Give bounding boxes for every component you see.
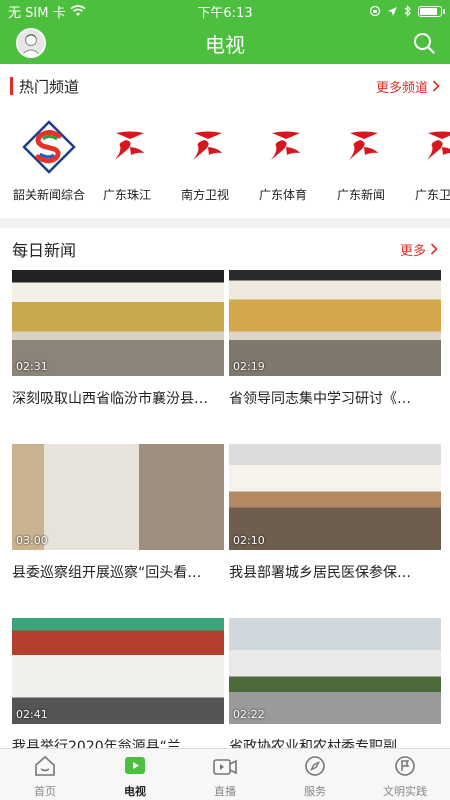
news-card[interactable]: 02:19 省领导同志集中学习研讨《… xyxy=(229,270,441,444)
video-duration: 02:10 xyxy=(233,534,265,547)
section-title: 热门频道 xyxy=(19,77,80,96)
wifi-icon xyxy=(70,5,86,16)
channel-name: 广东新闻 xyxy=(336,188,385,202)
channel-item[interactable]: 广东新闻 xyxy=(322,108,400,218)
channel-item[interactable]: 广东体育 xyxy=(244,108,322,218)
tab-live[interactable]: 直播 xyxy=(180,749,270,800)
video-thumbnail[interactable]: 02:19 xyxy=(229,270,441,376)
video-thumbnail[interactable]: 02:10 xyxy=(229,444,441,550)
carrier-label: 无 SIM 卡 xyxy=(8,5,66,21)
tv-icon xyxy=(123,755,147,781)
chevron-right-icon xyxy=(432,80,440,92)
more-channels-link[interactable]: 更多频道 xyxy=(376,77,440,96)
channel-item[interactable]: 广东珠江 xyxy=(88,108,166,218)
gdtv-logo xyxy=(332,118,390,176)
tab-tv[interactable]: 电视 xyxy=(90,749,180,800)
section-title: 每日新闻 xyxy=(12,241,77,260)
channel-name: 南方卫视 xyxy=(180,188,229,202)
more-news-link[interactable]: 更多 xyxy=(400,240,438,259)
video-thumbnail[interactable]: 02:41 xyxy=(12,618,224,724)
news-card[interactable]: 02:31 深刻吸取山西省临汾市襄汾县… xyxy=(12,270,224,444)
news-caption[interactable]: 县委巡察组开展巡察“回头看… xyxy=(12,562,224,582)
video-duration: 02:22 xyxy=(233,708,265,721)
channel-name: 广东卫视 xyxy=(414,188,450,202)
news-caption[interactable]: 省领导同志集中学习研讨《… xyxy=(229,388,441,408)
compass-icon xyxy=(303,755,327,781)
channel-name: 广东珠江 xyxy=(102,188,151,202)
tab-label: 服务 xyxy=(304,785,326,798)
video-duration: 03:00 xyxy=(16,534,48,547)
tab-home[interactable]: 首页 xyxy=(0,749,90,800)
gdtv-logo xyxy=(176,118,234,176)
tab-label: 首页 xyxy=(34,785,56,798)
tab-flag[interactable]: 文明实践 xyxy=(360,749,450,800)
shaoguan-logo xyxy=(20,118,78,176)
channel-name: 韶关新闻综合 xyxy=(12,188,85,202)
gdtv-logo xyxy=(410,118,450,176)
channel-item[interactable]: 广东卫视 xyxy=(400,108,450,218)
location-icon xyxy=(388,6,397,16)
news-card[interactable]: 03:00 县委巡察组开展巡察“回头看… xyxy=(12,444,224,618)
video-duration: 02:31 xyxy=(16,360,48,373)
hot-channels-section: 热门频道 更多频道 韶关新闻综合 广东珠江 南方卫视 广东体育 广东新闻 广东卫视 xyxy=(0,64,450,218)
bottom-tab-bar: 首页 电视 直播 服务 文明实践 xyxy=(0,748,450,800)
news-caption[interactable]: 我县举行2020年翁源县“兰… xyxy=(12,736,224,748)
gdtv-logo xyxy=(254,118,312,176)
page-title: 电视 xyxy=(205,32,245,57)
news-caption[interactable]: 深刻吸取山西省临汾市襄汾县… xyxy=(12,388,224,408)
bluetooth-icon xyxy=(404,5,411,17)
more-channels-label: 更多频道 xyxy=(375,80,428,96)
battery-icon xyxy=(418,5,445,17)
gdtv-logo xyxy=(98,118,156,176)
video-duration: 02:41 xyxy=(16,708,48,721)
channel-item[interactable]: 南方卫视 xyxy=(166,108,244,218)
chevron-right-icon xyxy=(430,243,438,255)
status-bar: 无 SIM 卡 下午6:13 xyxy=(0,0,450,22)
tab-label: 直播 xyxy=(214,785,236,798)
home-icon xyxy=(33,755,57,781)
video-thumbnail[interactable]: 02:22 xyxy=(229,618,441,724)
news-caption[interactable]: 省政协农业和农村委专职副… xyxy=(229,736,441,748)
news-card[interactable]: 02:41 我县举行2020年翁源县“兰… xyxy=(12,618,224,748)
lock-rotation-icon xyxy=(369,5,381,17)
app-header: 电视 xyxy=(0,22,450,64)
search-icon[interactable] xyxy=(412,31,436,55)
flag-icon xyxy=(393,755,417,781)
video-thumbnail[interactable]: 02:31 xyxy=(12,270,224,376)
video-duration: 02:19 xyxy=(233,360,265,373)
channel-name: 广东体育 xyxy=(258,188,307,202)
video-thumbnail[interactable]: 03:00 xyxy=(12,444,224,550)
tab-label: 文明实践 xyxy=(383,785,427,798)
section-marker xyxy=(10,77,13,95)
news-card[interactable]: 02:10 我县部署城乡居民医保参保… xyxy=(229,444,441,618)
tab-label: 电视 xyxy=(124,785,146,798)
tab-compass[interactable]: 服务 xyxy=(270,749,360,800)
more-news-label: 更多 xyxy=(399,243,426,259)
news-caption[interactable]: 我县部署城乡居民医保参保… xyxy=(229,562,441,582)
live-icon xyxy=(212,755,238,781)
channel-item[interactable]: 韶关新闻综合 xyxy=(10,108,88,218)
news-card[interactable]: 02:22 省政协农业和农村委专职副… xyxy=(229,618,441,748)
daily-news-section: 每日新闻 更多 02:31 深刻吸取山西省临汾市襄汾县… 02:19 省领导同志集中学… xyxy=(0,228,450,748)
